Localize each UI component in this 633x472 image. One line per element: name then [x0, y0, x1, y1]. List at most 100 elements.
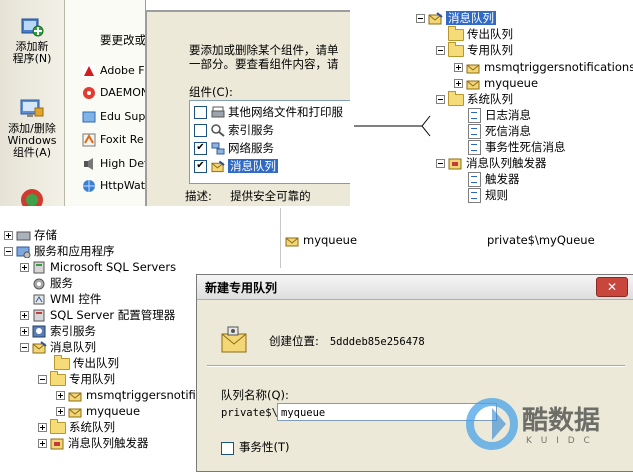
component-checkbox[interactable]: ✔ [194, 142, 207, 155]
tree-node-system-queues[interactable]: 系统队列 [436, 90, 513, 107]
tree-node-message-queue[interactable]: 消息队列 [416, 10, 496, 26]
queue-list-row[interactable]: myqueue [285, 232, 357, 248]
expand-toggle[interactable] [4, 231, 13, 240]
program-item[interactable]: Edu Supp [82, 108, 152, 126]
queue-name-input[interactable]: myqueue [277, 403, 497, 421]
collapse-toggle[interactable] [20, 343, 29, 352]
trigger-icon [50, 438, 64, 450]
collapse-toggle[interactable] [4, 247, 13, 256]
component-checkbox[interactable] [194, 124, 207, 137]
expand-toggle[interactable] [56, 407, 65, 416]
tree-node-message-queue[interactable]: 消息队列 [20, 339, 96, 355]
component-label: 消息队列 [228, 159, 278, 173]
index-icon [211, 124, 225, 137]
tree-node-sql-config-manager[interactable]: SQL Server 配置管理器 [20, 307, 175, 323]
tree-node-label: 事务性死信消息 [485, 140, 566, 154]
tree-node-outgoing-queues[interactable]: 传出队列 [448, 25, 513, 42]
tree-node-msmqtriggersnotificat[interactable]: msmqtriggersnotificat [56, 387, 214, 403]
tree-node-private-queues[interactable]: 专用队列 [38, 370, 115, 387]
component-checkbox[interactable]: ✔ [194, 160, 207, 173]
expand-toggle[interactable] [38, 423, 47, 432]
description-text: 提供安全可靠的 [230, 189, 311, 203]
foxit-icon [82, 133, 96, 147]
tree-node-services-and-apps[interactable]: 服务和应用程序 [4, 243, 115, 259]
components-list[interactable]: 其他网络文件和打印服 索引服务 ✔ 网络服务 ✔ 消息队列 [189, 100, 350, 184]
add-new-label-2: 程序(N) [12, 52, 52, 65]
queue-name-prefix: private$\ [221, 407, 278, 419]
expand-toggle[interactable] [454, 79, 463, 88]
tree-node-label: 触发器 [485, 172, 520, 186]
collapse-toggle[interactable] [38, 375, 47, 384]
tree-node-label: myqueue [484, 76, 539, 90]
windows-components-icon [20, 99, 44, 117]
tree-node-sql-servers[interactable]: Microsoft SQL Servers [20, 259, 176, 275]
windows-components-wizard: 要添加或删除某个组件，请单 一部分。要查看组件内容，请 组件(C): 其他网络文… [145, 10, 350, 206]
gear-icon [33, 278, 45, 290]
tree-node-label: 规则 [485, 188, 508, 202]
tree-node-myqueue[interactable]: myqueue [454, 75, 538, 91]
tree-node-index-service[interactable]: 索引服务 [20, 323, 96, 339]
component-label: 其他网络文件和打印服 [228, 105, 343, 119]
tree-node-label: 系统队列 [69, 420, 115, 434]
program-item[interactable]: Adobe F [82, 62, 145, 80]
expand-toggle[interactable] [20, 327, 29, 336]
collapse-toggle[interactable] [436, 159, 445, 168]
add-new-programs-button[interactable]: 添加新 程序(N) [0, 16, 64, 65]
mq-icon [221, 326, 247, 353]
wmi-icon [33, 294, 45, 305]
tree-node-myqueue[interactable]: myqueue [56, 403, 140, 419]
dialog-title-bar: 新建专用队列 ✕ [197, 275, 633, 300]
component-row[interactable]: 其他网络文件和打印服 [194, 103, 343, 121]
tree-node-system-queues[interactable]: 系统队列 [38, 418, 115, 435]
collapse-toggle[interactable] [436, 46, 445, 55]
tree-node-msmqtriggersnotifications[interactable]: msmqtriggersnotifications [454, 59, 633, 75]
created-location-label: 创建位置: [269, 334, 319, 348]
program-name: HttpWat [100, 179, 146, 192]
program-item[interactable]: HttpWat [82, 177, 145, 195]
tree-node-label: SQL Server 配置管理器 [50, 308, 176, 322]
program-item[interactable]: High Def [82, 155, 148, 173]
add-remove-windows-components-button[interactable]: 添加/删除 Windows 组件(A) [0, 98, 64, 159]
queue-icon [285, 237, 299, 247]
tree-node-label: 传出队列 [467, 27, 513, 41]
collapse-toggle[interactable] [436, 95, 445, 104]
expand-toggle[interactable] [38, 439, 47, 448]
expand-toggle[interactable] [56, 391, 65, 400]
tree-node-services[interactable]: 服务 [32, 275, 73, 291]
component-row-selected[interactable]: ✔ 消息队列 [194, 157, 278, 175]
tree-node-transactional-dead-letter[interactable]: 事务性死信消息 [468, 139, 566, 155]
program-item[interactable]: DAEMON [82, 84, 149, 102]
component-row[interactable]: 索引服务 [194, 121, 274, 139]
program-item[interactable]: Foxit Re [82, 131, 144, 149]
tree-node-outgoing-queues[interactable]: 传出队列 [54, 354, 119, 371]
index-icon [32, 325, 46, 338]
tree-node-dead-letter[interactable]: 死信消息 [468, 123, 531, 139]
network-icon [211, 142, 225, 155]
tree-node-label: WMI 控件 [50, 292, 102, 306]
close-button[interactable]: ✕ [596, 277, 628, 297]
mq-icon [211, 160, 225, 173]
expand-toggle[interactable] [20, 263, 29, 272]
transactional-checkbox[interactable] [221, 442, 234, 455]
tree-node-wmi[interactable]: WMI 控件 [32, 291, 101, 307]
adobe-icon [82, 64, 96, 78]
tree-node-triggers[interactable]: 触发器 [468, 171, 520, 187]
component-row[interactable]: ✔ 网络服务 [194, 139, 274, 157]
tree-node-mq-triggers[interactable]: 消息队列触发器 [436, 155, 547, 171]
description-label: 描述: [185, 189, 212, 203]
tree-node-mq-triggers[interactable]: 消息队列触发器 [38, 435, 149, 451]
folder-icon [448, 90, 464, 106]
collapse-toggle[interactable] [416, 14, 425, 23]
tree-node-journal-messages[interactable]: 日志消息 [468, 107, 531, 123]
expand-toggle[interactable] [454, 63, 463, 72]
tree-node-private-queues[interactable]: 专用队列 [436, 41, 513, 58]
expand-toggle[interactable] [20, 311, 29, 320]
tree-node-storage[interactable]: 存储 [4, 227, 57, 243]
set-defaults-icon[interactable] [18, 186, 46, 206]
folder-icon [54, 354, 70, 370]
tree-node-label: 消息队列 [446, 11, 496, 25]
tree-node-label: 索引服务 [50, 324, 96, 338]
tree-node-label: myqueue [86, 404, 141, 418]
tree-node-rules[interactable]: 规则 [468, 187, 508, 203]
component-checkbox[interactable] [194, 106, 207, 119]
